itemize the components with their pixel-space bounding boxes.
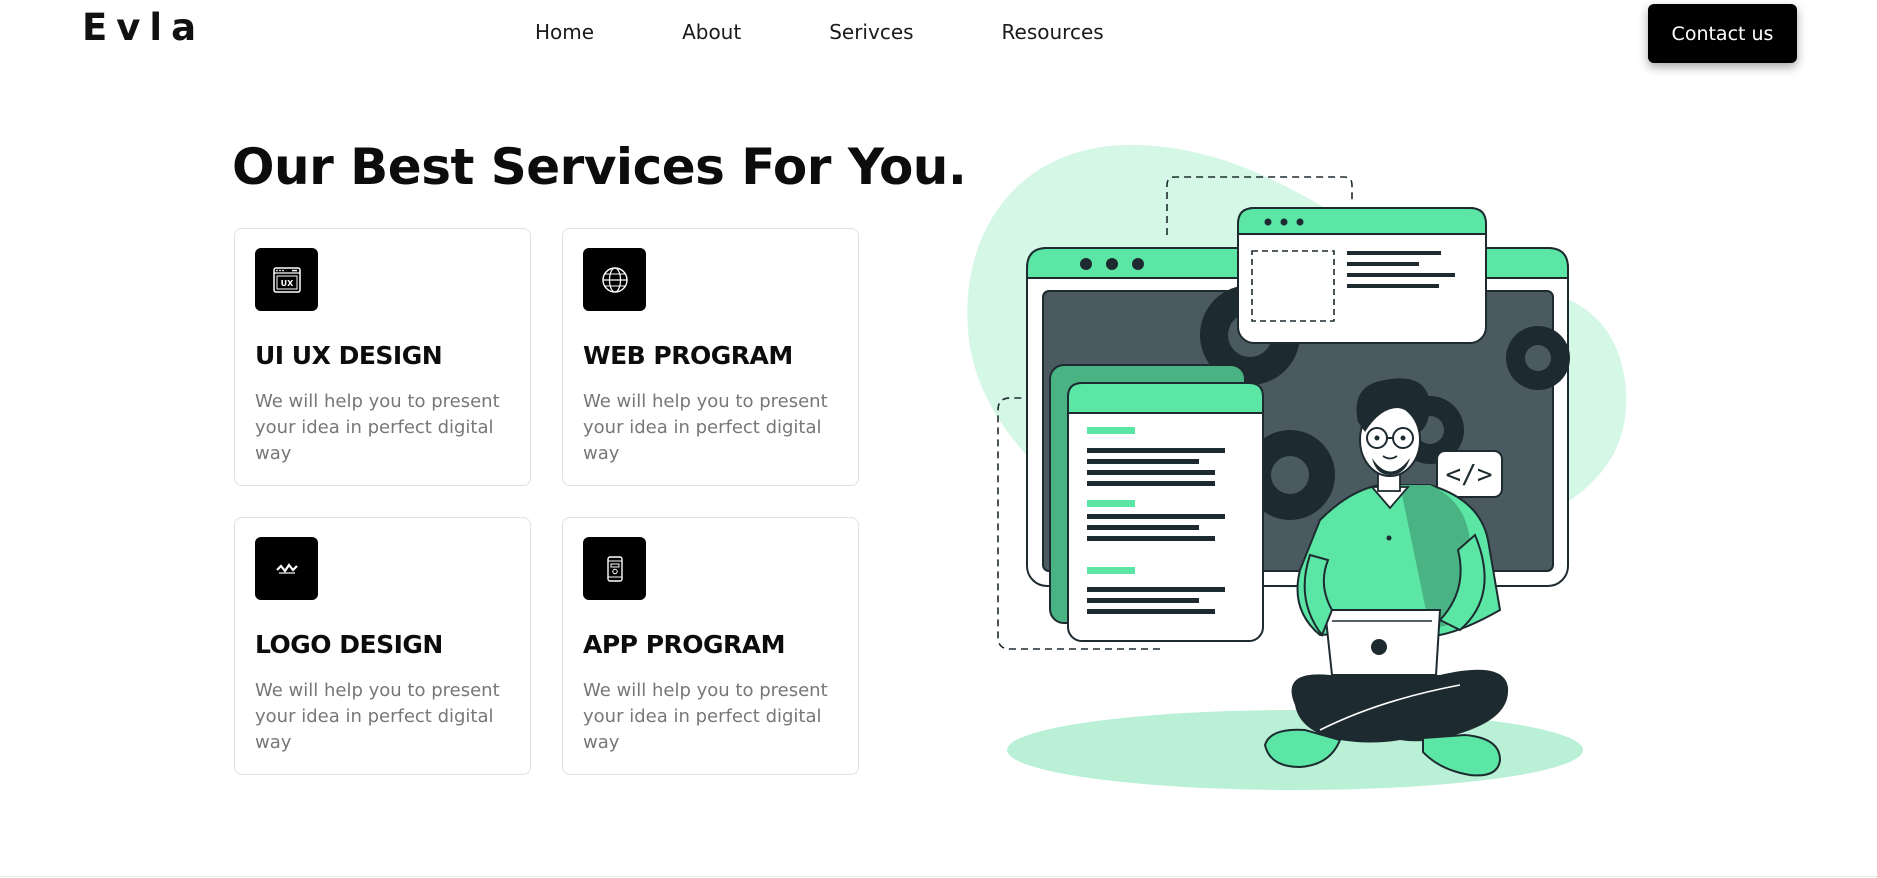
footer-divider xyxy=(0,876,1877,877)
card-description: We will help you to present your idea in… xyxy=(583,680,828,753)
logo-mark-icon xyxy=(255,537,318,600)
card-title: APP PROGRAM xyxy=(583,630,786,659)
card-title: WEB PROGRAM xyxy=(583,341,793,370)
nav-links: Home About Serivces Resources xyxy=(535,20,1104,44)
mobile-app-icon xyxy=(583,537,646,600)
service-card-web-program[interactable]: WEB PROGRAM We will help you to present … xyxy=(562,228,859,486)
top-navbar: Evla Home About Serivces Resources Conta… xyxy=(0,0,1877,68)
ux-window-icon: UX xyxy=(255,248,318,311)
code-tag-text: </> xyxy=(1446,460,1493,490)
card-description: We will help you to present your idea in… xyxy=(255,391,500,464)
nav-link-resources[interactable]: Resources xyxy=(1002,20,1104,44)
nav-link-about[interactable]: About xyxy=(682,20,741,44)
card-title: UI UX DESIGN xyxy=(255,341,443,370)
globe-icon xyxy=(583,248,646,311)
card-description: We will help you to present your idea in… xyxy=(583,391,828,464)
card-description: We will help you to present your idea in… xyxy=(255,680,500,753)
card-title: LOGO DESIGN xyxy=(255,630,443,659)
page-title: Our Best Services For You. xyxy=(232,138,967,196)
service-card-ui-ux[interactable]: UX UI UX DESIGN We will help you to pres… xyxy=(234,228,531,486)
contact-us-button[interactable]: Contact us xyxy=(1648,4,1797,63)
nav-link-services[interactable]: Serivces xyxy=(829,20,913,44)
service-card-logo-design[interactable]: LOGO DESIGN We will help you to present … xyxy=(234,517,531,775)
developer-illustration: </> xyxy=(967,145,1627,790)
brand-logo[interactable]: Evla xyxy=(82,6,205,49)
hero-illustration: </> xyxy=(960,140,1640,800)
nav-link-home[interactable]: Home xyxy=(535,20,594,44)
service-card-app-program[interactable]: APP PROGRAM We will help you to present … xyxy=(562,517,859,775)
ux-icon-text: UX xyxy=(280,279,293,288)
